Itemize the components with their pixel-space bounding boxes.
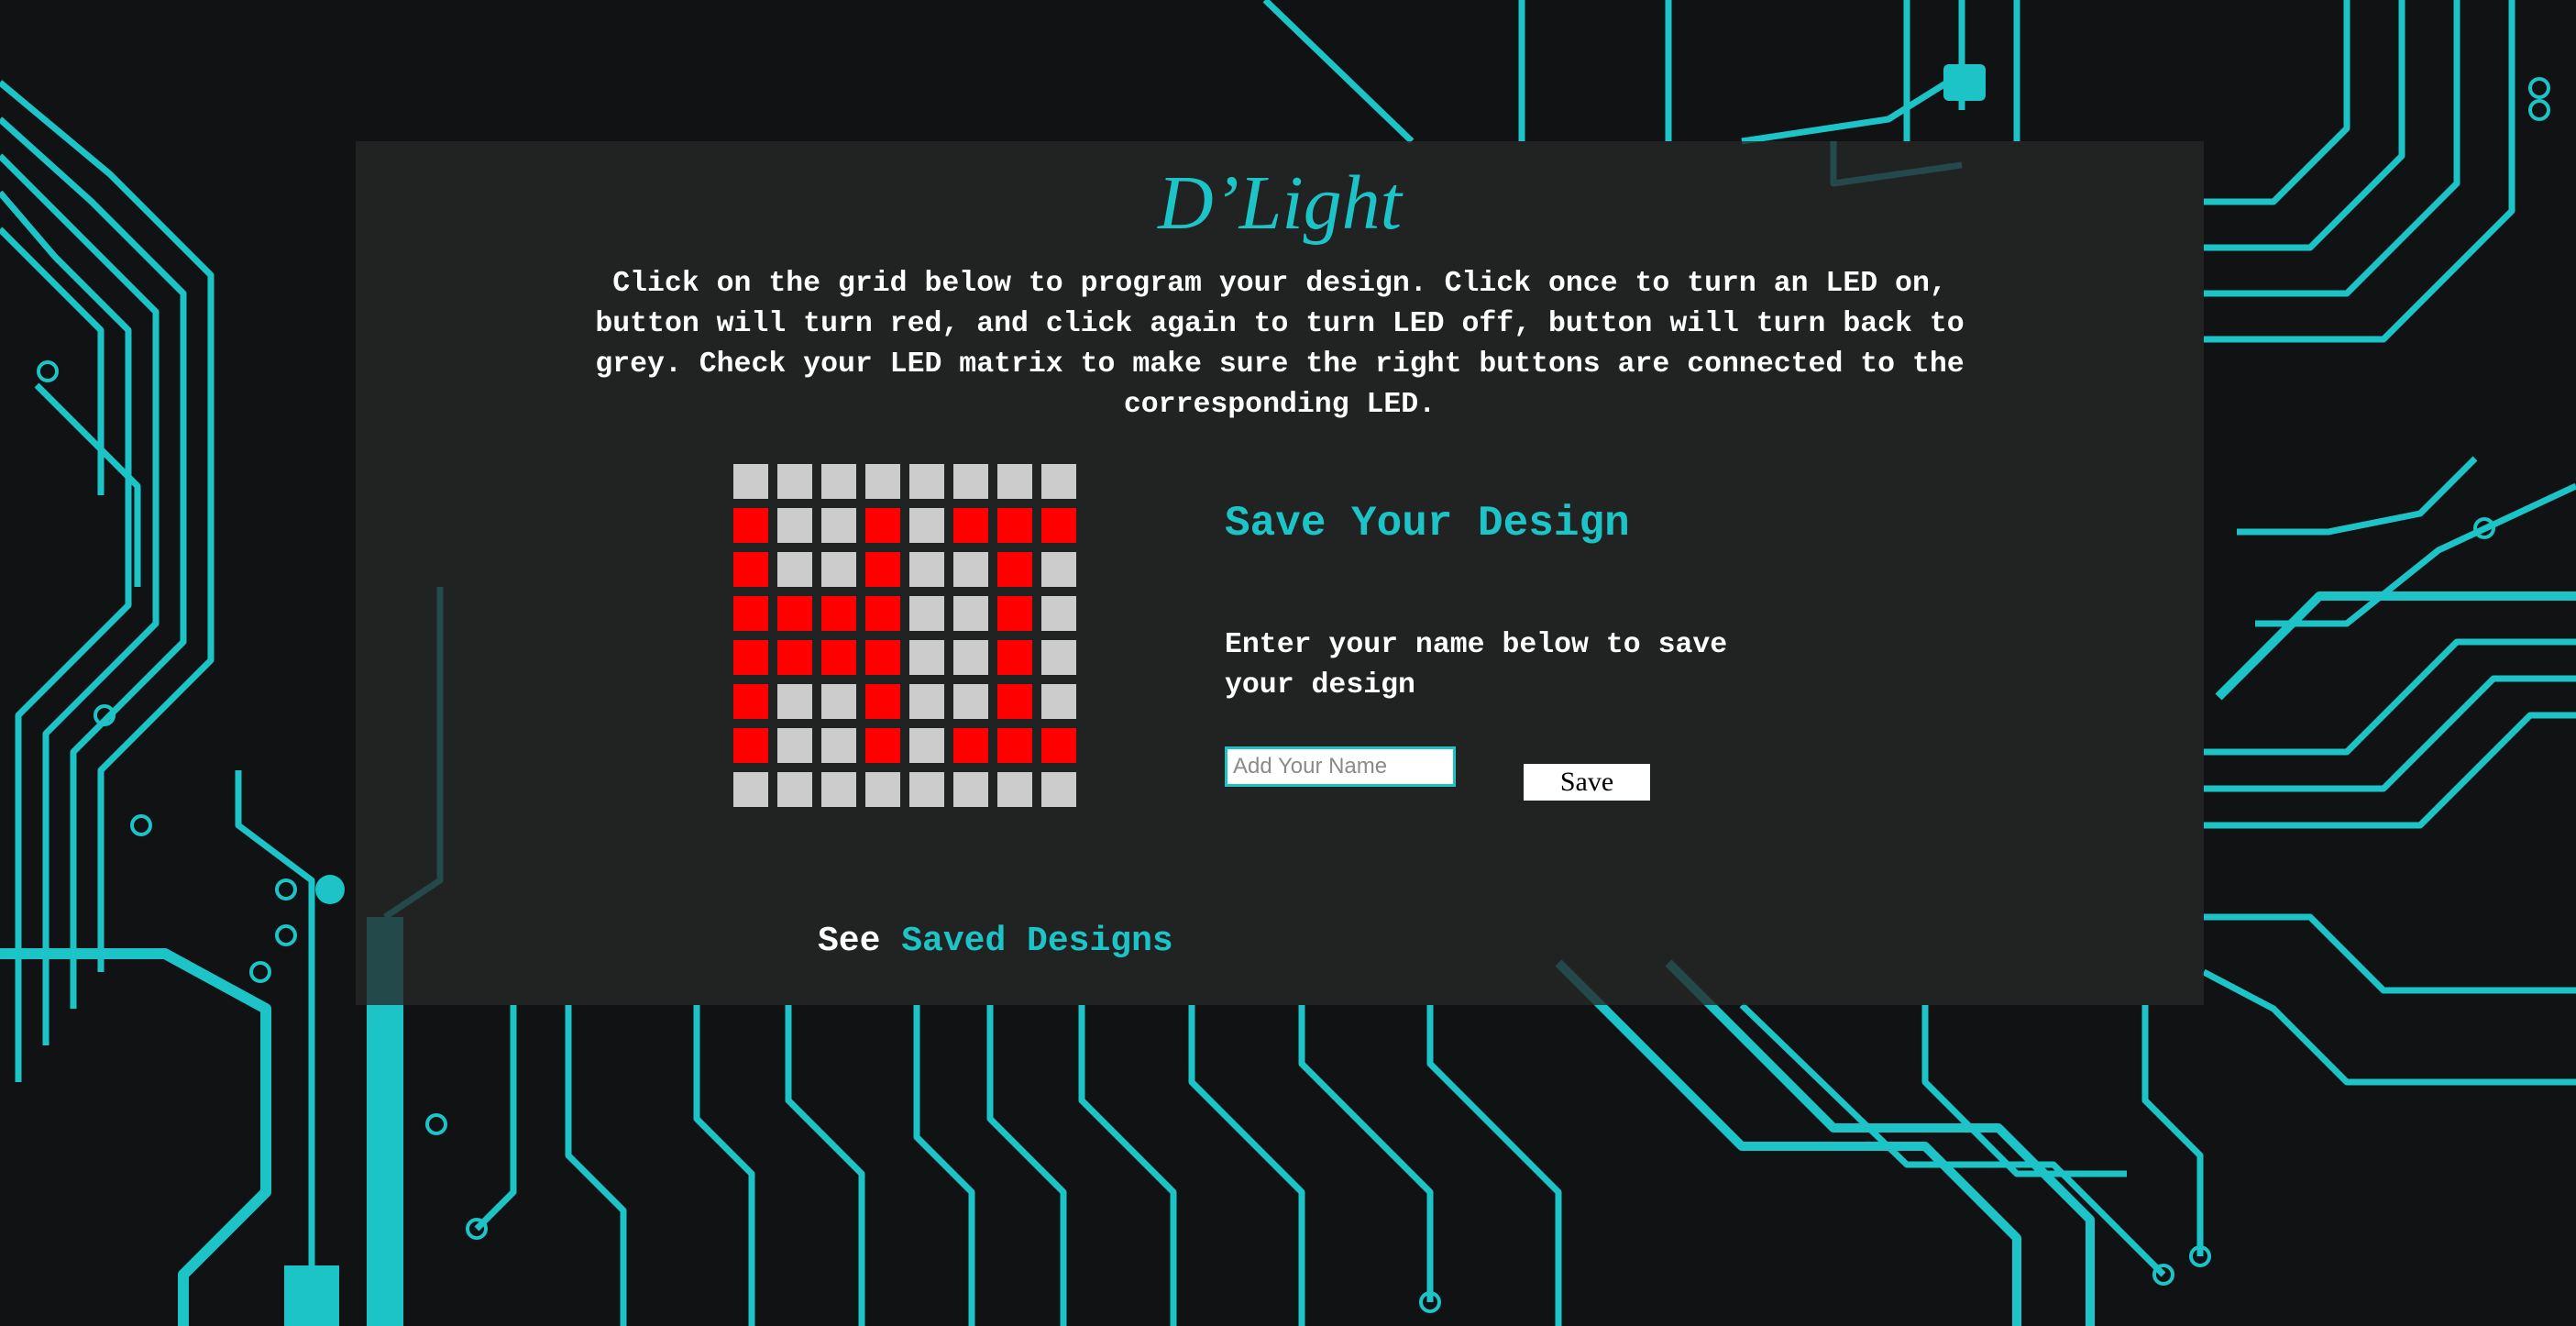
save-button[interactable]: Save bbox=[1524, 764, 1650, 801]
led-button[interactable] bbox=[909, 772, 944, 807]
led-button[interactable] bbox=[733, 464, 768, 499]
led-button[interactable] bbox=[777, 596, 812, 631]
led-button[interactable] bbox=[821, 464, 856, 499]
led-button[interactable] bbox=[733, 552, 768, 587]
saved-designs-link[interactable]: Saved Designs bbox=[901, 922, 1172, 961]
led-button[interactable] bbox=[997, 640, 1032, 675]
led-button[interactable] bbox=[733, 640, 768, 675]
led-button[interactable] bbox=[821, 728, 856, 763]
led-button[interactable] bbox=[909, 728, 944, 763]
led-button[interactable] bbox=[1041, 640, 1076, 675]
led-button[interactable] bbox=[1041, 508, 1076, 543]
led-button[interactable] bbox=[1041, 772, 1076, 807]
led-button[interactable] bbox=[953, 684, 988, 719]
led-button[interactable] bbox=[953, 640, 988, 675]
instructions-text: Click on the grid below to program your … bbox=[595, 268, 1965, 421]
led-button[interactable] bbox=[909, 684, 944, 719]
save-design-heading: Save Your Design bbox=[1225, 500, 1630, 547]
led-button[interactable] bbox=[909, 596, 944, 631]
led-button[interactable] bbox=[821, 640, 856, 675]
led-button[interactable] bbox=[777, 508, 812, 543]
led-button[interactable] bbox=[953, 508, 988, 543]
led-matrix-grid bbox=[733, 464, 1082, 812]
led-button[interactable] bbox=[865, 772, 900, 807]
led-button[interactable] bbox=[733, 684, 768, 719]
led-button[interactable] bbox=[997, 464, 1032, 499]
led-button[interactable] bbox=[821, 552, 856, 587]
led-button[interactable] bbox=[953, 728, 988, 763]
led-button[interactable] bbox=[865, 640, 900, 675]
led-button[interactable] bbox=[909, 640, 944, 675]
led-button[interactable] bbox=[909, 508, 944, 543]
led-button[interactable] bbox=[777, 640, 812, 675]
led-button[interactable] bbox=[997, 684, 1032, 719]
led-button[interactable] bbox=[953, 772, 988, 807]
led-button[interactable] bbox=[821, 596, 856, 631]
save-prompt-text: Enter your name below to save your desig… bbox=[1225, 629, 1728, 702]
led-button[interactable] bbox=[821, 684, 856, 719]
led-button[interactable] bbox=[865, 596, 900, 631]
main-panel: D’Light Click on the grid below to progr… bbox=[356, 141, 2204, 1005]
led-button[interactable] bbox=[733, 728, 768, 763]
led-button[interactable] bbox=[865, 728, 900, 763]
led-button[interactable] bbox=[821, 508, 856, 543]
app-title: D’Light bbox=[1157, 160, 1403, 246]
led-button[interactable] bbox=[777, 728, 812, 763]
led-button[interactable] bbox=[909, 464, 944, 499]
led-button[interactable] bbox=[865, 684, 900, 719]
led-button[interactable] bbox=[997, 596, 1032, 631]
led-button[interactable] bbox=[777, 552, 812, 587]
led-button[interactable] bbox=[865, 464, 900, 499]
led-button[interactable] bbox=[777, 772, 812, 807]
led-button[interactable] bbox=[953, 596, 988, 631]
led-button[interactable] bbox=[997, 552, 1032, 587]
led-button[interactable] bbox=[733, 596, 768, 631]
led-button[interactable] bbox=[953, 464, 988, 499]
led-button[interactable] bbox=[777, 684, 812, 719]
led-button[interactable] bbox=[997, 728, 1032, 763]
led-button[interactable] bbox=[777, 464, 812, 499]
see-saved-designs: See Saved Designs bbox=[818, 921, 1173, 963]
led-button[interactable] bbox=[1041, 464, 1076, 499]
led-button[interactable] bbox=[997, 508, 1032, 543]
led-button[interactable] bbox=[997, 772, 1032, 807]
led-button[interactable] bbox=[1041, 728, 1076, 763]
led-button[interactable] bbox=[821, 772, 856, 807]
led-button[interactable] bbox=[733, 772, 768, 807]
led-button[interactable] bbox=[865, 508, 900, 543]
led-button[interactable] bbox=[733, 508, 768, 543]
led-button[interactable] bbox=[1041, 684, 1076, 719]
led-button[interactable] bbox=[909, 552, 944, 587]
led-button[interactable] bbox=[1041, 596, 1076, 631]
name-input[interactable] bbox=[1225, 746, 1456, 787]
led-button[interactable] bbox=[1041, 552, 1076, 587]
led-button[interactable] bbox=[865, 552, 900, 587]
see-label: See bbox=[818, 922, 881, 961]
led-button[interactable] bbox=[953, 552, 988, 587]
